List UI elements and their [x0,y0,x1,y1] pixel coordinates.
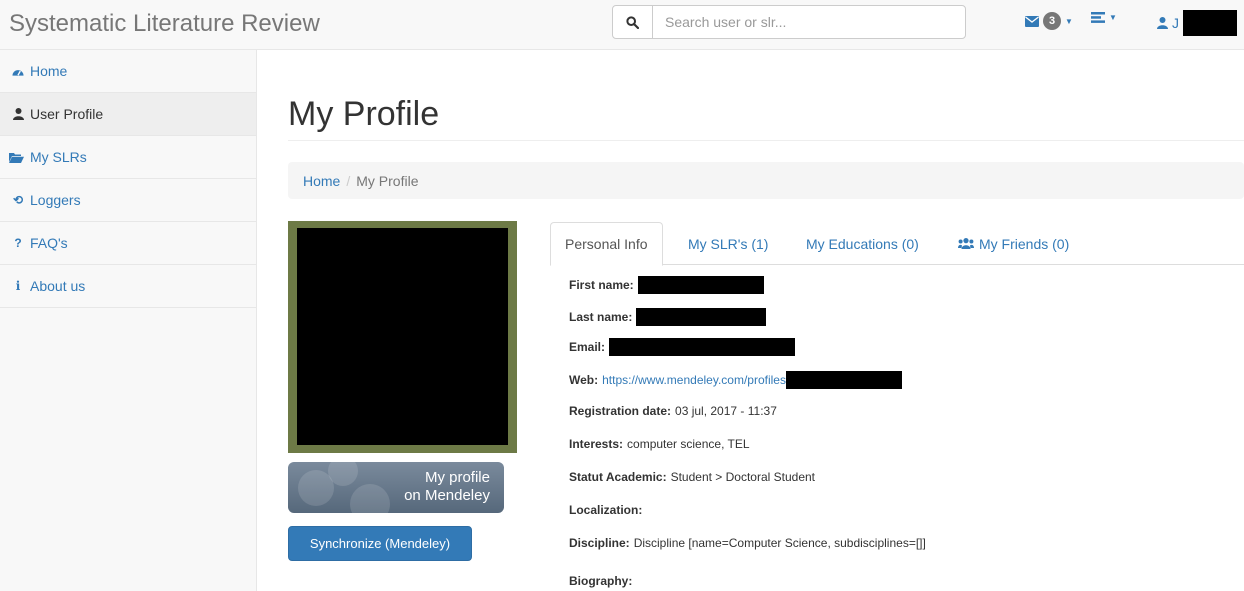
tab-my-educations[interactable]: My Educations (0) [806,222,919,265]
first-name-label: First name: [569,278,634,292]
registration-value: 03 jul, 2017 - 11:37 [675,404,777,418]
search-input[interactable] [665,6,955,38]
app-title[interactable]: Systematic Literature Review [9,10,320,38]
messages-dropdown[interactable]: 3 ▼ [1025,12,1073,30]
email-row: Email: [569,338,796,356]
top-navbar: Systematic Literature Review 3 ▼ ▼ J [0,0,1244,50]
dashboard-icon [12,66,24,77]
search-icon [626,15,639,29]
envelope-icon [1025,15,1039,27]
question-icon: ? [14,236,22,250]
localization-row: Localization: [569,503,646,517]
sidebar-item-label: About us [30,278,86,294]
history-icon: ⟲ [12,193,24,207]
search-box [612,5,966,39]
sidebar-item-loggers[interactable]: ⟲ Loggers [0,179,256,222]
sidebar-item-label: Home [30,63,68,79]
sidebar-item-about-us[interactable]: i About us [0,265,256,308]
web-row: Web: https://www.mendeley.com/profiles [569,371,902,389]
last-name-label: Last name: [569,310,633,324]
profile-photo [288,221,517,453]
statut-academic-row: Statut Academic: Student > Doctoral Stud… [569,470,815,484]
tasks-icon [1091,12,1105,23]
breadcrumb: Home / My Profile [288,162,1244,199]
last-name-row: Last name: [569,308,767,326]
sidebar-item-label: User Profile [30,106,104,122]
sidebar-item-label: My SLRs [30,149,87,165]
mendeley-logo-shape [328,462,358,486]
user-icon [1157,17,1168,29]
tab-my-friends[interactable]: My Friends (0) [958,222,1069,265]
web-label: Web: [569,373,599,387]
redacted-photo [297,228,508,445]
mendeley-button-text: My profile on Mendeley [404,469,490,505]
mendeley-logo-shape [350,484,390,513]
interests-row: Interests: computer science, TEL [569,437,750,451]
web-link[interactable]: https://www.mendeley.com/profiles [602,373,786,387]
redacted-user-name [1183,10,1237,36]
sidebar-item-label: FAQ's [30,235,68,251]
synchronize-mendeley-button[interactable]: Synchronize (Mendeley) [288,526,472,561]
email-label: Email: [569,340,606,354]
tab-label: My Friends (0) [979,235,1070,252]
messages-count-badge: 3 [1043,12,1061,30]
user-icon [12,108,24,120]
breadcrumb-home-link[interactable]: Home [303,173,340,189]
mendeley-profile-button[interactable]: My profile on Mendeley [288,462,504,513]
redacted-last-name [636,308,767,326]
statut-academic-value: Student > Doctoral Student [670,470,816,484]
user-dropdown[interactable]: J [1157,10,1237,36]
discipline-row: Discipline: Discipline [name=Computer Sc… [569,536,926,550]
folder-open-icon [9,152,24,163]
redacted-email [609,338,796,356]
tasks-dropdown[interactable]: ▼ [1091,12,1117,23]
registration-label: Registration date: [569,404,672,418]
redacted-web [785,371,902,389]
sidebar-item-label: Loggers [30,192,81,208]
sidebar-item-faqs[interactable]: ? FAQ's [0,222,256,265]
profile-tabs: Personal Info My SLR's (1) My Educations… [550,222,1244,266]
redacted-first-name [637,276,764,294]
interests-label: Interests: [569,437,624,451]
tab-personal-info[interactable]: Personal Info [550,222,663,266]
info-icon: i [15,279,21,293]
sidebar-item-user-profile[interactable]: User Profile [0,93,256,136]
registration-row: Registration date: 03 jul, 2017 - 11:37 [569,404,777,418]
discipline-label: Discipline: [569,536,630,550]
mendeley-line1: My profile [424,469,490,486]
statut-academic-label: Statut Academic: [569,470,667,484]
users-icon [958,238,974,249]
breadcrumb-separator: / [346,172,351,189]
biography-row: Biography: [569,574,636,588]
first-name-row: First name: [569,276,764,294]
biography-label: Biography: [569,574,633,588]
chevron-down-icon: ▼ [1065,16,1073,26]
tab-my-slrs[interactable]: My SLR's (1) [688,222,768,265]
breadcrumb-current: My Profile [356,172,419,189]
sidebar: Home User Profile My SLRs ⟲ Loggers ? FA… [0,50,257,591]
sidebar-item-my-slrs[interactable]: My SLRs [0,136,256,179]
user-name: J [1172,15,1179,31]
page-title: My Profile [288,95,440,133]
interests-value: computer science, TEL [627,437,750,451]
divider [288,140,1244,141]
sidebar-item-home[interactable]: Home [0,50,256,93]
localization-label: Localization: [569,503,643,517]
discipline-value: Discipline [name=Computer Science, subdi… [633,536,926,550]
chevron-down-icon: ▼ [1109,13,1117,22]
search-button[interactable] [613,6,653,38]
mendeley-line2: on Mendeley [404,487,490,504]
